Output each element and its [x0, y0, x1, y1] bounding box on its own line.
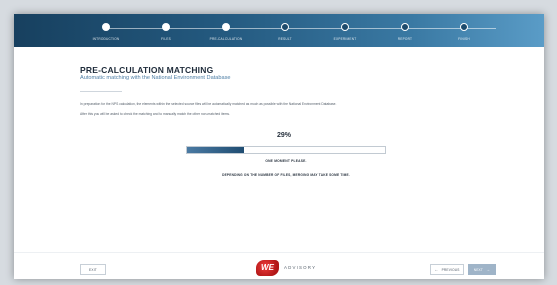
step-label: FILES	[161, 37, 171, 41]
step-label: REPORT	[397, 37, 413, 41]
step-dot	[341, 23, 349, 31]
step-label: RESULT	[278, 37, 292, 41]
previous-button[interactable]: ← PREVIOUS	[430, 264, 464, 275]
step-label: FINISH	[458, 37, 470, 41]
page-subtitle: Automatic matching with the National Env…	[80, 75, 231, 81]
step-report[interactable]: REPORT	[375, 23, 435, 41]
step-dot	[401, 23, 409, 31]
step-dot	[460, 23, 468, 31]
footer-divider	[14, 252, 544, 253]
wait-message: ONE MOMENT PLEASE.	[265, 159, 307, 163]
app-window: INTRODUCTION FILES PRE-CALCULATION RESUL…	[14, 14, 544, 279]
step-label: INTRODUCTION	[92, 37, 120, 41]
step-pre-calculation[interactable]: PRE-CALCULATION	[196, 23, 256, 41]
step-dot	[222, 23, 230, 31]
exit-button-label: EXIT	[89, 268, 97, 272]
brand-wordmark: ADVISORY	[284, 265, 317, 270]
step-label: PRE-CALCULATION	[209, 37, 243, 41]
step-dot	[102, 23, 110, 31]
progress-bar	[186, 146, 386, 154]
step-label: EXPERIMENT	[333, 37, 357, 41]
step-result[interactable]: RESULT	[255, 23, 315, 41]
logo-mark: WE	[256, 260, 279, 276]
merge-note: DEPENDING ON THE NUMBER OF FILES, MERGIN…	[222, 173, 350, 177]
progress-percent: 29%	[276, 132, 291, 139]
instruction-paragraph: After this you will be asked to check th…	[80, 112, 230, 116]
step-files[interactable]: FILES	[136, 23, 196, 41]
arrow-right-icon: →	[486, 267, 491, 272]
brand-logo: WE ADVISORY	[256, 260, 336, 276]
previous-button-label: PREVIOUS	[441, 268, 460, 272]
next-button-label: NEXT	[473, 268, 484, 272]
step-dot	[281, 23, 289, 31]
step-dot	[162, 23, 170, 31]
title-divider	[80, 91, 122, 92]
step-finish[interactable]: FINISH	[434, 23, 494, 41]
step-experiment[interactable]: EXPERIMENT	[315, 23, 375, 41]
wizard-stepper: INTRODUCTION FILES PRE-CALCULATION RESUL…	[14, 14, 544, 47]
next-button[interactable]: NEXT →	[468, 264, 496, 275]
step-introduction[interactable]: INTRODUCTION	[76, 23, 136, 41]
progress-bar-fill	[187, 147, 245, 153]
page-title: PRE-CALCULATION MATCHING	[80, 65, 214, 75]
intro-paragraph: In preparation for the NPS calculation, …	[80, 102, 337, 106]
exit-button[interactable]: EXIT	[80, 264, 106, 275]
arrow-left-icon: ←	[434, 267, 439, 272]
